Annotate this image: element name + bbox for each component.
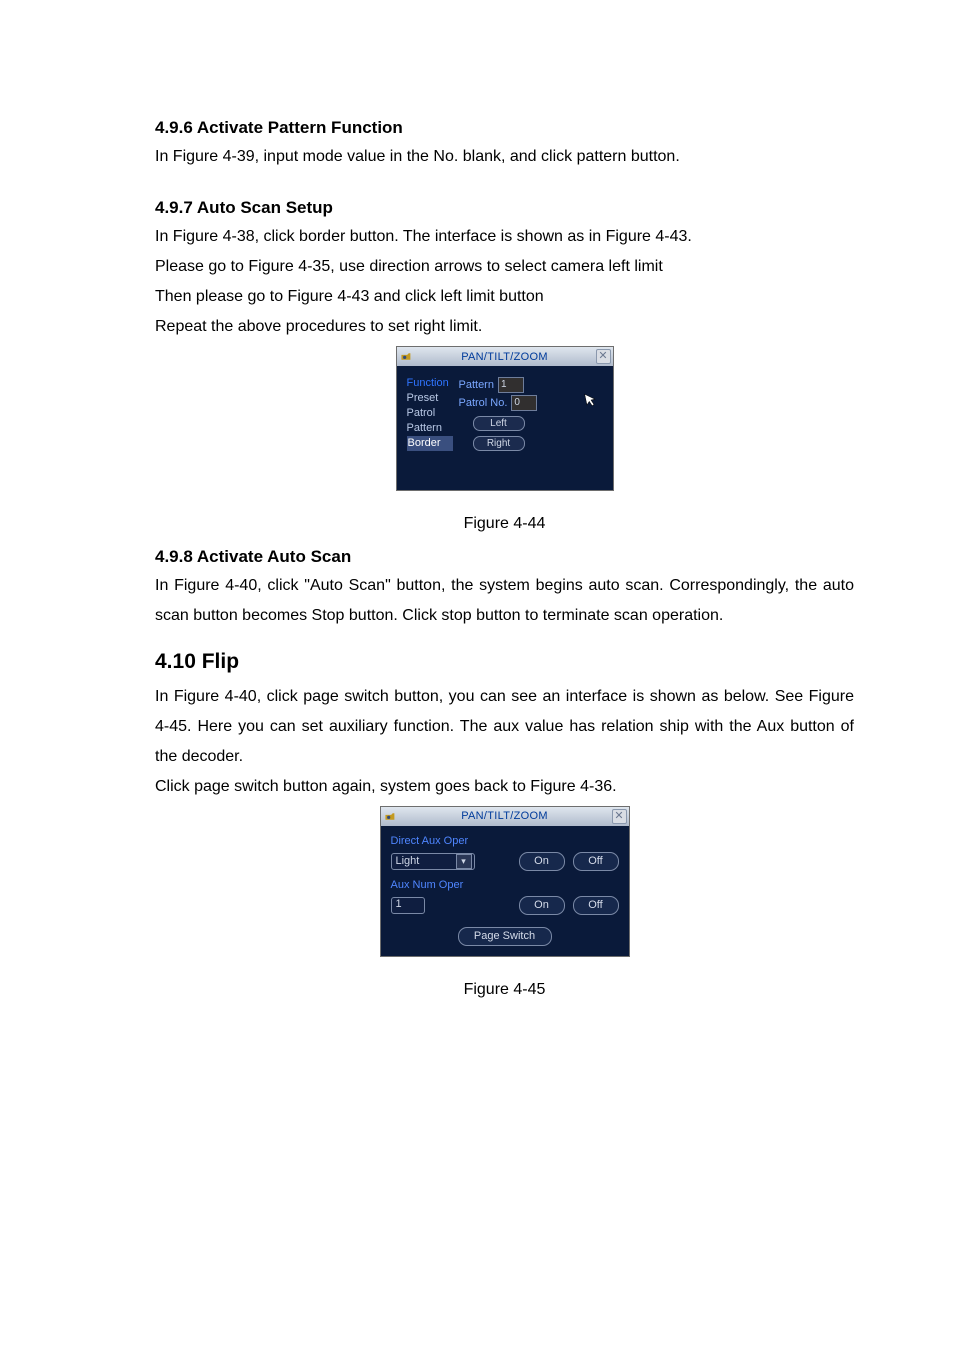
- dialog-title: PAN/TILT/ZOOM: [415, 351, 613, 363]
- dialog-title: PAN/TILT/ZOOM: [399, 810, 629, 822]
- left-button[interactable]: Left: [473, 416, 525, 431]
- settings-column: Pattern 1 Patrol No. 0 Left Right: [459, 376, 539, 476]
- para-4-9-7-3: Then please go to Figure 4-43 and click …: [155, 282, 854, 312]
- aux-select-value: Light: [396, 855, 420, 867]
- para-4-9-8-1: In Figure 4-40, click "Auto Scan" button…: [155, 571, 854, 631]
- aux-select[interactable]: Light ▾: [391, 853, 475, 870]
- para-4-9-7-2: Please go to Figure 4-35, use direction …: [155, 252, 854, 282]
- figure-caption-4-45: Figure 4-45: [155, 981, 854, 999]
- figure-caption-4-44: Figure 4-44: [155, 515, 854, 533]
- direct-off-button[interactable]: Off: [573, 852, 619, 871]
- heading-4-9-8: 4.9.8 Activate Auto Scan: [155, 547, 854, 567]
- para-4-10-1: In Figure 4-40, click page switch button…: [155, 682, 854, 772]
- ptz-dialog-border: PAN/TILT/ZOOM ✕ Function Preset Patrol P…: [396, 346, 614, 491]
- pattern-label: Pattern: [459, 379, 494, 391]
- close-icon[interactable]: ✕: [596, 349, 611, 364]
- function-item-pattern[interactable]: Pattern: [407, 421, 453, 436]
- auxnum-on-button[interactable]: On: [519, 896, 565, 915]
- close-icon[interactable]: ✕: [612, 809, 627, 824]
- camera-icon: [381, 807, 399, 826]
- patrol-no-label: Patrol No.: [459, 397, 508, 409]
- function-item-preset[interactable]: Preset: [407, 391, 453, 406]
- aux-num-input[interactable]: 1: [391, 897, 425, 914]
- para-4-9-7-1: In Figure 4-38, click border button. The…: [155, 222, 854, 252]
- right-button[interactable]: Right: [473, 436, 525, 451]
- document-page: 4.9.6 Activate Pattern Function In Figur…: [0, 0, 954, 1350]
- function-item-patrol[interactable]: Patrol: [407, 406, 453, 421]
- chevron-down-icon[interactable]: ▾: [456, 854, 472, 869]
- cursor-icon: [583, 391, 598, 409]
- heading-4-10: 4.10 Flip: [155, 650, 854, 674]
- function-header: Function: [407, 376, 453, 391]
- dialog-titlebar[interactable]: PAN/TILT/ZOOM ✕: [397, 347, 613, 366]
- function-item-border[interactable]: Border: [407, 436, 453, 451]
- para-4-10-2: Click page switch button again, system g…: [155, 772, 854, 802]
- auxnum-off-button[interactable]: Off: [573, 896, 619, 915]
- para-4-9-6-1: In Figure 4-39, input mode value in the …: [155, 142, 854, 172]
- direct-aux-label: Direct Aux Oper: [391, 835, 619, 847]
- heading-4-9-6: 4.9.6 Activate Pattern Function: [155, 118, 854, 138]
- dialog-titlebar[interactable]: PAN/TILT/ZOOM ✕: [381, 807, 629, 826]
- page-switch-button[interactable]: Page Switch: [458, 927, 552, 946]
- heading-4-9-7: 4.9.7 Auto Scan Setup: [155, 198, 854, 218]
- ptz-dialog-aux: PAN/TILT/ZOOM ✕ Direct Aux Oper Light ▾ …: [380, 806, 630, 957]
- function-list[interactable]: Function Preset Patrol Pattern Border: [407, 376, 453, 476]
- pattern-value-input[interactable]: 1: [498, 377, 524, 393]
- patrol-no-input[interactable]: 0: [511, 395, 537, 411]
- aux-num-label: Aux Num Oper: [391, 879, 619, 891]
- direct-on-button[interactable]: On: [519, 852, 565, 871]
- camera-icon: [397, 347, 415, 366]
- para-4-9-7-4: Repeat the above procedures to set right…: [155, 312, 854, 342]
